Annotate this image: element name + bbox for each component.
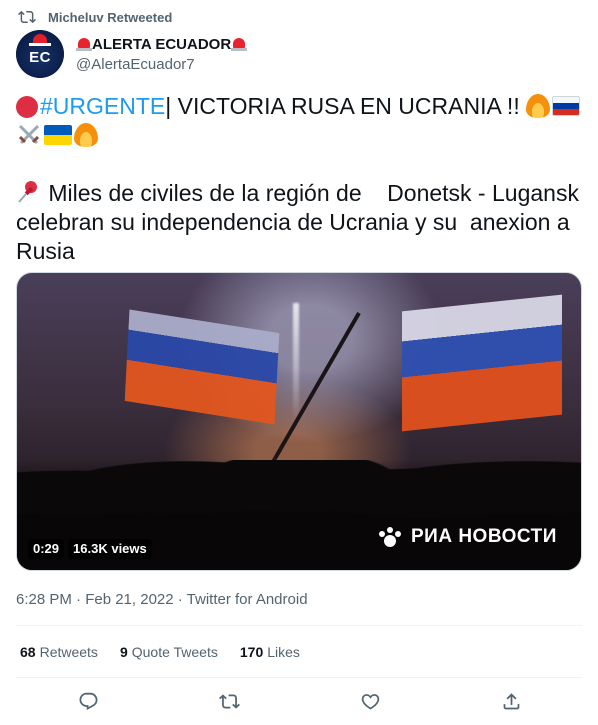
tweet-line-4: celebran su independencia de Ucrania y s… <box>16 209 570 235</box>
author-name-text: ALERTA ECUADOR <box>92 35 232 53</box>
fire-icon <box>74 123 98 147</box>
red-circle-icon <box>16 96 38 118</box>
russian-flag-left <box>124 309 280 425</box>
share-icon <box>503 692 519 709</box>
tweet-actions <box>0 688 598 714</box>
tweet-line-1: #URGENTE| VICTORIA RUSA EN UCRANIA !! <box>16 92 582 121</box>
video-player[interactable]: РИА НОВОСТИ 0:29 16.3K views <box>16 272 582 571</box>
tweet-timestamp[interactable]: 6:28 PM · Feb 21, 2022 · Twitter for And… <box>16 590 308 610</box>
watermark-text: РИА НОВОСТИ <box>411 526 557 547</box>
video-duration: 0:29 <box>28 539 65 559</box>
reply-icon <box>79 692 97 710</box>
russian-flag-right <box>402 294 562 432</box>
reply-button[interactable] <box>75 688 101 714</box>
retweet-icon <box>18 10 36 24</box>
police-siren-icon <box>76 36 92 52</box>
divider <box>16 677 582 678</box>
tweet-text: #URGENTE| VICTORIA RUSA EN UCRANIA !! Mi… <box>16 92 582 266</box>
author-block[interactable]: ALERTA ECUADOR @AlertaEcuador7 <box>76 34 248 73</box>
likes-stat[interactable]: 170 Likes <box>240 642 300 662</box>
firework-streak <box>293 303 299 423</box>
divider <box>16 625 582 626</box>
like-icon <box>361 693 379 710</box>
police-siren-icon <box>231 36 248 52</box>
author-handle[interactable]: @AlertaEcuador7 <box>76 56 247 73</box>
tweet-line-3: Miles de civiles de la región de Donetsk… <box>16 179 582 208</box>
tweet-line-2 <box>16 121 582 150</box>
ukraine-flag-icon <box>44 125 72 145</box>
russia-flag-icon <box>552 96 581 116</box>
retweets-stat[interactable]: 68 Retweets <box>20 642 98 662</box>
share-button[interactable] <box>498 688 524 714</box>
like-button[interactable] <box>357 688 383 714</box>
pushpin-icon <box>18 181 37 203</box>
crossed-swords-icon <box>18 124 40 145</box>
ria-logo-icon <box>379 527 401 547</box>
video-badges: 0:29 16.3K views <box>28 539 152 559</box>
avatar-text: EC <box>29 49 51 66</box>
avatar[interactable]: EC <box>16 30 64 78</box>
retweet-button[interactable] <box>216 688 242 714</box>
fire-icon <box>526 94 551 118</box>
video-views: 16.3K views <box>68 539 152 559</box>
retweet-icon <box>218 693 240 709</box>
author-display-name[interactable]: ALERTA ECUADOR <box>76 34 248 54</box>
ria-watermark: РИА НОВОСТИ <box>375 522 557 552</box>
tweet-line-5: Rusia <box>16 238 75 264</box>
hashtag-link[interactable]: #URGENTE <box>40 93 165 119</box>
tweet-line-1-text: | VICTORIA RUSA EN UCRANIA !! <box>165 93 527 119</box>
tweet-stats: 68 Retweets 9 Quote Tweets 170 Likes <box>20 642 322 662</box>
quote-tweets-stat[interactable]: 9 Quote Tweets <box>120 642 218 662</box>
retweet-context-label: Micheluv Retweeted <box>48 9 173 25</box>
retweet-context[interactable]: Micheluv Retweeted <box>18 8 172 26</box>
tweet-line-3-text: Miles de civiles de la región de Donetsk… <box>42 180 579 206</box>
